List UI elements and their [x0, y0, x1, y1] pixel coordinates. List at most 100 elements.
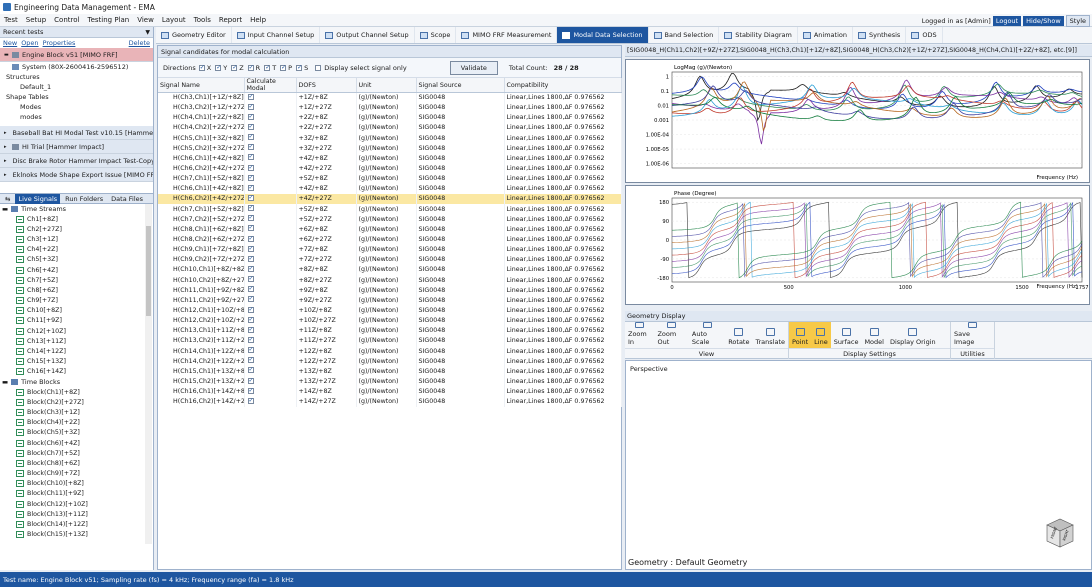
stream-item[interactable]: Ch9[+7Z]	[0, 296, 153, 306]
table-row[interactable]: H(Ch9,Ch2)[+7Z/+27Z] +7Z/+27Z(g)/(Newton)…	[158, 254, 622, 265]
table-row[interactable]: H(Ch12,Ch1)[+10Z/+8Z] +10Z/+8Z(g)/(Newton…	[158, 305, 622, 316]
tab-geometry-editor[interactable]: Geometry Editor	[156, 27, 232, 43]
logmag-plot[interactable]: LogMag (g)/(Newton) 1 0.1 0.01 0.001 1.00E-0…	[625, 59, 1090, 183]
block-item[interactable]: Block(Ch1)[+8Z]	[0, 387, 153, 397]
table-row[interactable]: H(Ch14,Ch2)[+12Z/+27Z] +12Z/+27Z(g)/(Newt…	[158, 356, 622, 367]
calculate-modal-checkbox[interactable]	[247, 224, 254, 232]
group-time-blocks[interactable]: ▬ Time Blocks	[0, 377, 153, 387]
test-baseball-bat[interactable]: ▸ Baseball Bat HI Modal Test v10.15 [Hamm…	[0, 126, 153, 140]
rotate-button[interactable]: Rotate	[725, 322, 752, 348]
group-time-streams[interactable]: ▬ Time Streams	[0, 204, 153, 214]
direction-r[interactable]: R	[247, 64, 260, 72]
calculate-modal-checkbox[interactable]	[247, 214, 254, 222]
style-button[interactable]: Style	[1065, 15, 1090, 27]
stream-item[interactable]: Ch13[+11Z]	[0, 336, 153, 346]
calculate-modal-checkbox[interactable]	[247, 336, 254, 343]
tree-default[interactable]: Default_1	[6, 82, 153, 92]
calculate-modal-checkbox[interactable]	[247, 265, 254, 272]
table-row[interactable]: H(Ch6,Ch2)[+4Z/+27Z] +4Z/+27Z(g)/(Newton)…	[158, 193, 622, 205]
surface-button[interactable]: Surface	[831, 322, 862, 348]
expand-icon[interactable]: ▸	[4, 172, 7, 178]
stream-item[interactable]: Ch14[+12Z]	[0, 346, 153, 356]
menu-tools[interactable]: Tools	[190, 16, 215, 24]
calculate-modal-checkbox[interactable]	[247, 387, 254, 394]
col-unit[interactable]: Unit	[356, 78, 417, 93]
block-item[interactable]: Block(Ch7)[+5Z]	[0, 448, 153, 458]
tab-data-files[interactable]: Data Files	[108, 194, 146, 204]
calculate-modal-checkbox[interactable]	[247, 356, 254, 364]
table-row[interactable]: H(Ch6,Ch2)[+4Z/+27Z] +4Z/+27Z(g)/(Newton)…	[158, 163, 622, 174]
calculate-modal-checkbox[interactable]	[247, 235, 254, 242]
menu-layout[interactable]: Layout	[158, 16, 190, 24]
stream-item[interactable]: Ch7[+5Z]	[0, 275, 153, 285]
hide-show-button[interactable]: Hide/Show	[1023, 16, 1064, 26]
table-row[interactable]: H(Ch6,Ch1)[+4Z/+8Z] +4Z/+8Z(g)/(Newton)SI…	[158, 153, 622, 164]
calculate-modal-checkbox[interactable]	[247, 164, 254, 171]
calculate-modal-checkbox[interactable]	[247, 295, 254, 303]
table-row[interactable]: H(Ch7,Ch1)[+5Z/+8Z] +5Z/+8Z(g)/(Newton)SI…	[158, 204, 622, 215]
stream-item[interactable]: Ch6[+4Z]	[0, 265, 153, 275]
calculate-modal-checkbox[interactable]	[247, 306, 254, 313]
delete-test-link[interactable]: Delete	[129, 39, 150, 47]
table-row[interactable]: H(Ch16,Ch2)[+14Z/+27Z] +14Z/+27Z(g)/(Newt…	[158, 396, 622, 407]
block-item[interactable]: Block(Ch12)[+10Z]	[0, 499, 153, 509]
display-origin-button[interactable]: Display Origin	[887, 322, 939, 348]
table-row[interactable]: H(Ch12,Ch2)[+10Z/+27Z] +10Z/+27Z(g)/(Newt…	[158, 315, 622, 326]
direction-checkbox[interactable]	[280, 64, 286, 71]
stream-item[interactable]: Ch5[+3Z]	[0, 255, 153, 265]
table-row[interactable]: H(Ch10,Ch1)[+8Z/+8Z] +8Z/+8Z(g)/(Newton)S…	[158, 264, 622, 276]
menu-report[interactable]: Report	[215, 16, 246, 24]
stream-item[interactable]: Ch8[+6Z]	[0, 285, 153, 295]
zoom-out-button[interactable]: Zoom Out	[654, 322, 688, 348]
expand-minus-icon[interactable]: ▬	[4, 52, 9, 58]
table-row[interactable]: H(Ch4,Ch2)[+2Z/+27Z] +2Z/+27Z(g)/(Newton)…	[158, 122, 622, 134]
calculate-modal-checkbox[interactable]	[247, 316, 254, 323]
block-item[interactable]: Block(Ch9)[+7Z]	[0, 469, 153, 479]
calculate-modal-checkbox[interactable]	[247, 123, 254, 130]
direction-checkbox[interactable]	[231, 64, 237, 71]
line-button[interactable]: Line	[811, 322, 831, 348]
table-row[interactable]: H(Ch7,Ch2)[+5Z/+27Z] +5Z/+27Z(g)/(Newton)…	[158, 214, 622, 225]
collapse-arrow-icon[interactable]: ▼	[145, 29, 150, 36]
stream-item[interactable]: Ch11[+9Z]	[0, 316, 153, 326]
save-image-button[interactable]: Save Image	[951, 322, 994, 348]
tab-live-signals[interactable]: Live Signals	[15, 193, 61, 204]
calculate-modal-checkbox[interactable]	[247, 143, 254, 151]
direction-p[interactable]: P	[280, 64, 292, 72]
calculate-modal-checkbox[interactable]	[247, 326, 254, 333]
block-item[interactable]: Block(Ch14)[+12Z]	[0, 519, 153, 529]
logout-button[interactable]: Logout	[992, 16, 1022, 26]
tab-mimo-frf-measurement[interactable]: MIMO FRF Measurement	[456, 27, 558, 43]
table-row[interactable]: H(Ch16,Ch1)[+14Z/+8Z] +14Z/+8Z(g)/(Newton…	[158, 386, 622, 397]
tree-structures[interactable]: Structures	[6, 72, 153, 82]
direction-checkbox[interactable]	[264, 64, 270, 71]
block-item[interactable]: Block(Ch3)[+1Z]	[0, 407, 153, 417]
menu-help[interactable]: Help	[246, 16, 270, 24]
tab-synthesis[interactable]: Synthesis	[853, 27, 907, 43]
table-row[interactable]: H(Ch11,Ch1)[+9Z/+8Z] +9Z/+8Z(g)/(Newton)S…	[158, 285, 622, 296]
signal-candidates-tab[interactable]: Signal candidates for modal calculation	[158, 46, 621, 58]
stream-item[interactable]: Ch15[+13Z]	[0, 357, 153, 367]
table-row[interactable]: H(Ch10,Ch2)[+8Z/+27Z] +8Z/+27Z(g)/(Newton…	[158, 275, 622, 286]
direction-checkbox[interactable]	[215, 64, 221, 71]
col-dofs[interactable]: DOFS	[296, 78, 357, 93]
block-item[interactable]: Block(Ch6)[+4Z]	[0, 438, 153, 448]
new-test-link[interactable]: New	[3, 39, 17, 47]
table-row[interactable]: H(Ch13,Ch1)[+11Z/+8Z] +11Z/+8Z(g)/(Newton…	[158, 325, 622, 336]
block-item[interactable]: Block(Ch8)[+6Z]	[0, 458, 153, 468]
calculate-modal-checkbox[interactable]	[247, 113, 254, 120]
block-item[interactable]: Block(Ch5)[+3Z]	[0, 428, 153, 438]
expand-icon[interactable]: ▸	[4, 158, 7, 164]
table-row[interactable]: H(Ch5,Ch2)[+3Z/+27Z] +3Z/+27Z(g)/(Newton)…	[158, 143, 622, 154]
col-compatibility[interactable]: Compatibility	[504, 78, 622, 93]
calculate-modal-checkbox[interactable]	[247, 174, 254, 181]
calculate-modal-checkbox[interactable]	[247, 377, 254, 384]
tab-animation[interactable]: Animation	[798, 27, 853, 43]
table-row[interactable]: H(Ch9,Ch1)[+7Z/+8Z] +7Z/+8Z(g)/(Newton)SI…	[158, 244, 622, 255]
block-item[interactable]: Block(Ch11)[+9Z]	[0, 489, 153, 499]
geometry-display-tab[interactable]: Geometry Display	[625, 311, 1092, 322]
table-row[interactable]: H(Ch5,Ch1)[+3Z/+8Z] +3Z/+8Z(g)/(Newton)SI…	[158, 133, 622, 144]
calculate-modal-checkbox[interactable]	[247, 93, 254, 100]
table-row[interactable]: H(Ch3,Ch2)[+1Z/+27Z] +1Z/+27Z(g)/(Newton)…	[158, 102, 622, 113]
calculate-modal-checkbox[interactable]	[247, 133, 254, 141]
